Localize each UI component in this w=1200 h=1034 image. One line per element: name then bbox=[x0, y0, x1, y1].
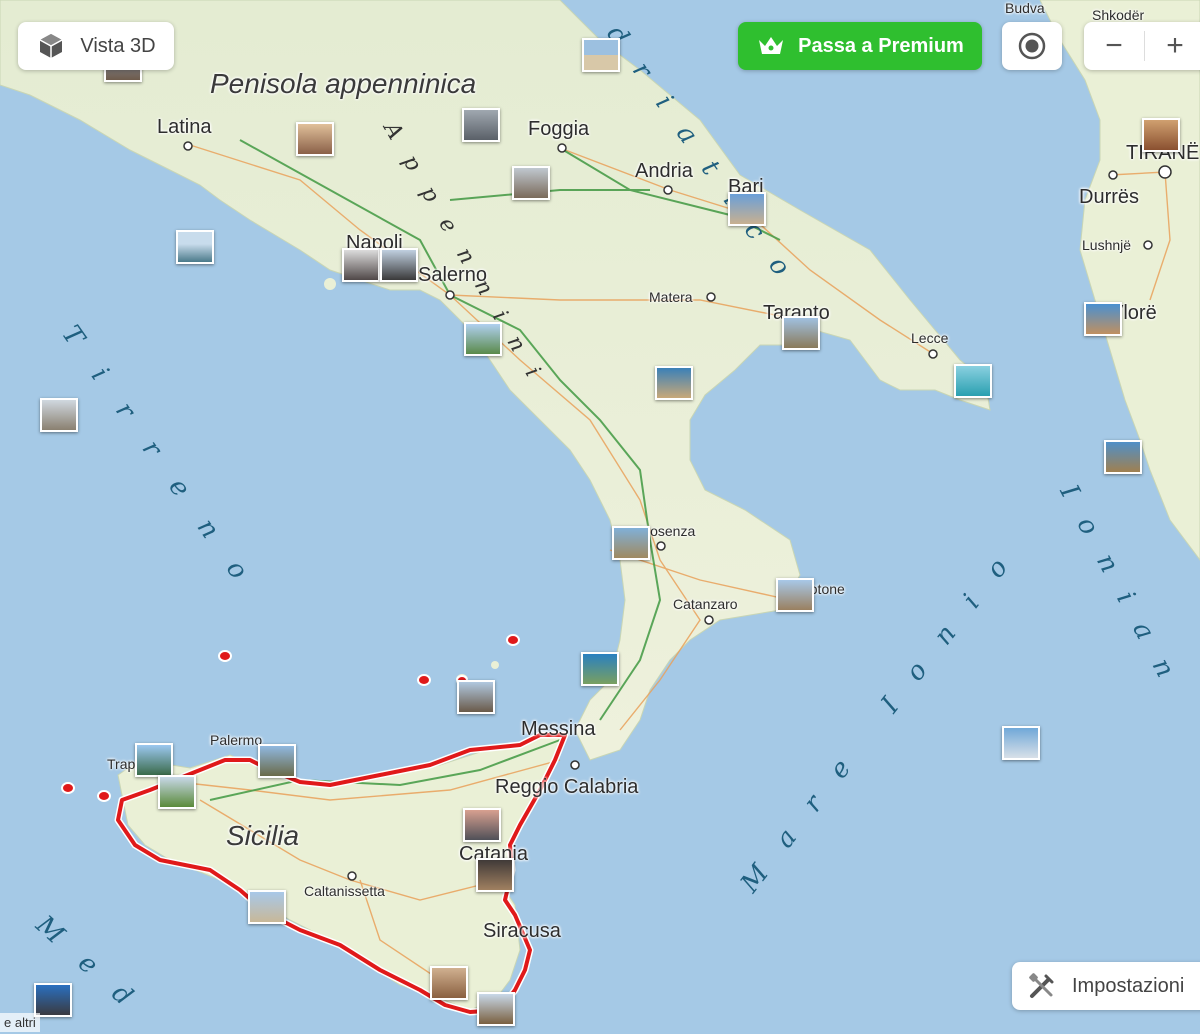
city-reggio-calabria[interactable]: Reggio Calabria bbox=[495, 776, 638, 799]
region-label-sicily: Sicilia bbox=[226, 820, 300, 851]
photo-marker[interactable] bbox=[464, 322, 502, 356]
premium-label: Passa a Premium bbox=[798, 34, 964, 57]
photo-marker[interactable] bbox=[476, 858, 514, 892]
tools-icon bbox=[1029, 973, 1054, 998]
locate-icon bbox=[1018, 32, 1046, 60]
locate-button[interactable] bbox=[1002, 22, 1062, 70]
photo-marker[interactable] bbox=[158, 775, 196, 809]
photo-marker[interactable] bbox=[135, 743, 173, 777]
city-andria[interactable]: Andria bbox=[635, 160, 693, 183]
photo-marker[interactable] bbox=[655, 366, 693, 400]
photo-marker[interactable] bbox=[34, 983, 72, 1017]
view-3d-button[interactable]: Vista 3D bbox=[18, 22, 174, 70]
attribution-link[interactable]: e altri bbox=[0, 1013, 40, 1032]
photo-marker[interactable] bbox=[1002, 726, 1040, 760]
photo-marker[interactable] bbox=[457, 680, 495, 714]
city-messina[interactable]: Messina bbox=[521, 718, 595, 741]
photo-marker[interactable] bbox=[728, 192, 766, 226]
balkans-landmass bbox=[1039, 0, 1200, 561]
photo-marker[interactable] bbox=[258, 744, 296, 778]
crown-icon bbox=[759, 37, 784, 54]
map-canvas[interactable]: driatico Tirreno Mare Ionio Ionian Med A… bbox=[0, 0, 1200, 1034]
photo-marker[interactable] bbox=[40, 398, 78, 432]
zoom-controls: − + bbox=[1084, 22, 1200, 70]
photo-marker[interactable] bbox=[776, 578, 814, 612]
photo-marker[interactable] bbox=[477, 992, 515, 1026]
photo-marker[interactable] bbox=[342, 248, 380, 282]
city-palermo[interactable]: Palermo bbox=[210, 732, 262, 748]
city-matera[interactable]: Matera bbox=[649, 289, 693, 305]
settings-label: Impostazioni bbox=[1072, 974, 1185, 997]
city-foggia[interactable]: Foggia bbox=[528, 118, 589, 141]
city-latina[interactable]: Latina bbox=[157, 116, 212, 139]
photo-marker[interactable] bbox=[296, 122, 334, 156]
settings-button[interactable]: Impostazioni bbox=[1012, 962, 1200, 1010]
city-salerno[interactable]: Salerno bbox=[418, 264, 487, 287]
view-3d-label: Vista 3D bbox=[80, 34, 156, 57]
photo-marker[interactable] bbox=[176, 230, 214, 264]
photo-marker[interactable] bbox=[462, 108, 500, 142]
city-shkoder[interactable]: Shkodër bbox=[1092, 7, 1144, 23]
region-label-peninsula: Penisola appenninica bbox=[210, 68, 477, 99]
photo-marker[interactable] bbox=[512, 166, 550, 200]
city-siracusa[interactable]: Siracusa bbox=[483, 920, 561, 943]
photo-marker[interactable] bbox=[463, 808, 501, 842]
map-base bbox=[0, 0, 1200, 1016]
city-catanzaro[interactable]: Catanzaro bbox=[673, 596, 738, 612]
photo-marker[interactable] bbox=[782, 316, 820, 350]
city-budva[interactable]: Budva bbox=[1005, 0, 1045, 16]
photo-marker[interactable] bbox=[1142, 118, 1180, 152]
photo-marker[interactable] bbox=[430, 966, 468, 1000]
zoom-in-button[interactable]: + bbox=[1145, 29, 1200, 63]
cube-icon bbox=[40, 34, 63, 58]
city-caltanissetta[interactable]: Caltanissetta bbox=[304, 883, 385, 899]
premium-button[interactable]: Passa a Premium bbox=[738, 22, 982, 70]
zoom-out-button[interactable]: − bbox=[1084, 29, 1144, 63]
photo-marker[interactable] bbox=[1084, 302, 1122, 336]
city-lushnje[interactable]: Lushnjë bbox=[1082, 237, 1131, 253]
photo-marker[interactable] bbox=[581, 652, 619, 686]
city-lecce[interactable]: Lecce bbox=[911, 330, 948, 346]
photo-marker[interactable] bbox=[380, 248, 418, 282]
photo-marker[interactable] bbox=[954, 364, 992, 398]
photo-marker[interactable] bbox=[1104, 440, 1142, 474]
city-durres[interactable]: Durrës bbox=[1079, 186, 1139, 209]
photo-marker[interactable] bbox=[248, 890, 286, 924]
photo-marker[interactable] bbox=[582, 38, 620, 72]
photo-marker[interactable] bbox=[612, 526, 650, 560]
